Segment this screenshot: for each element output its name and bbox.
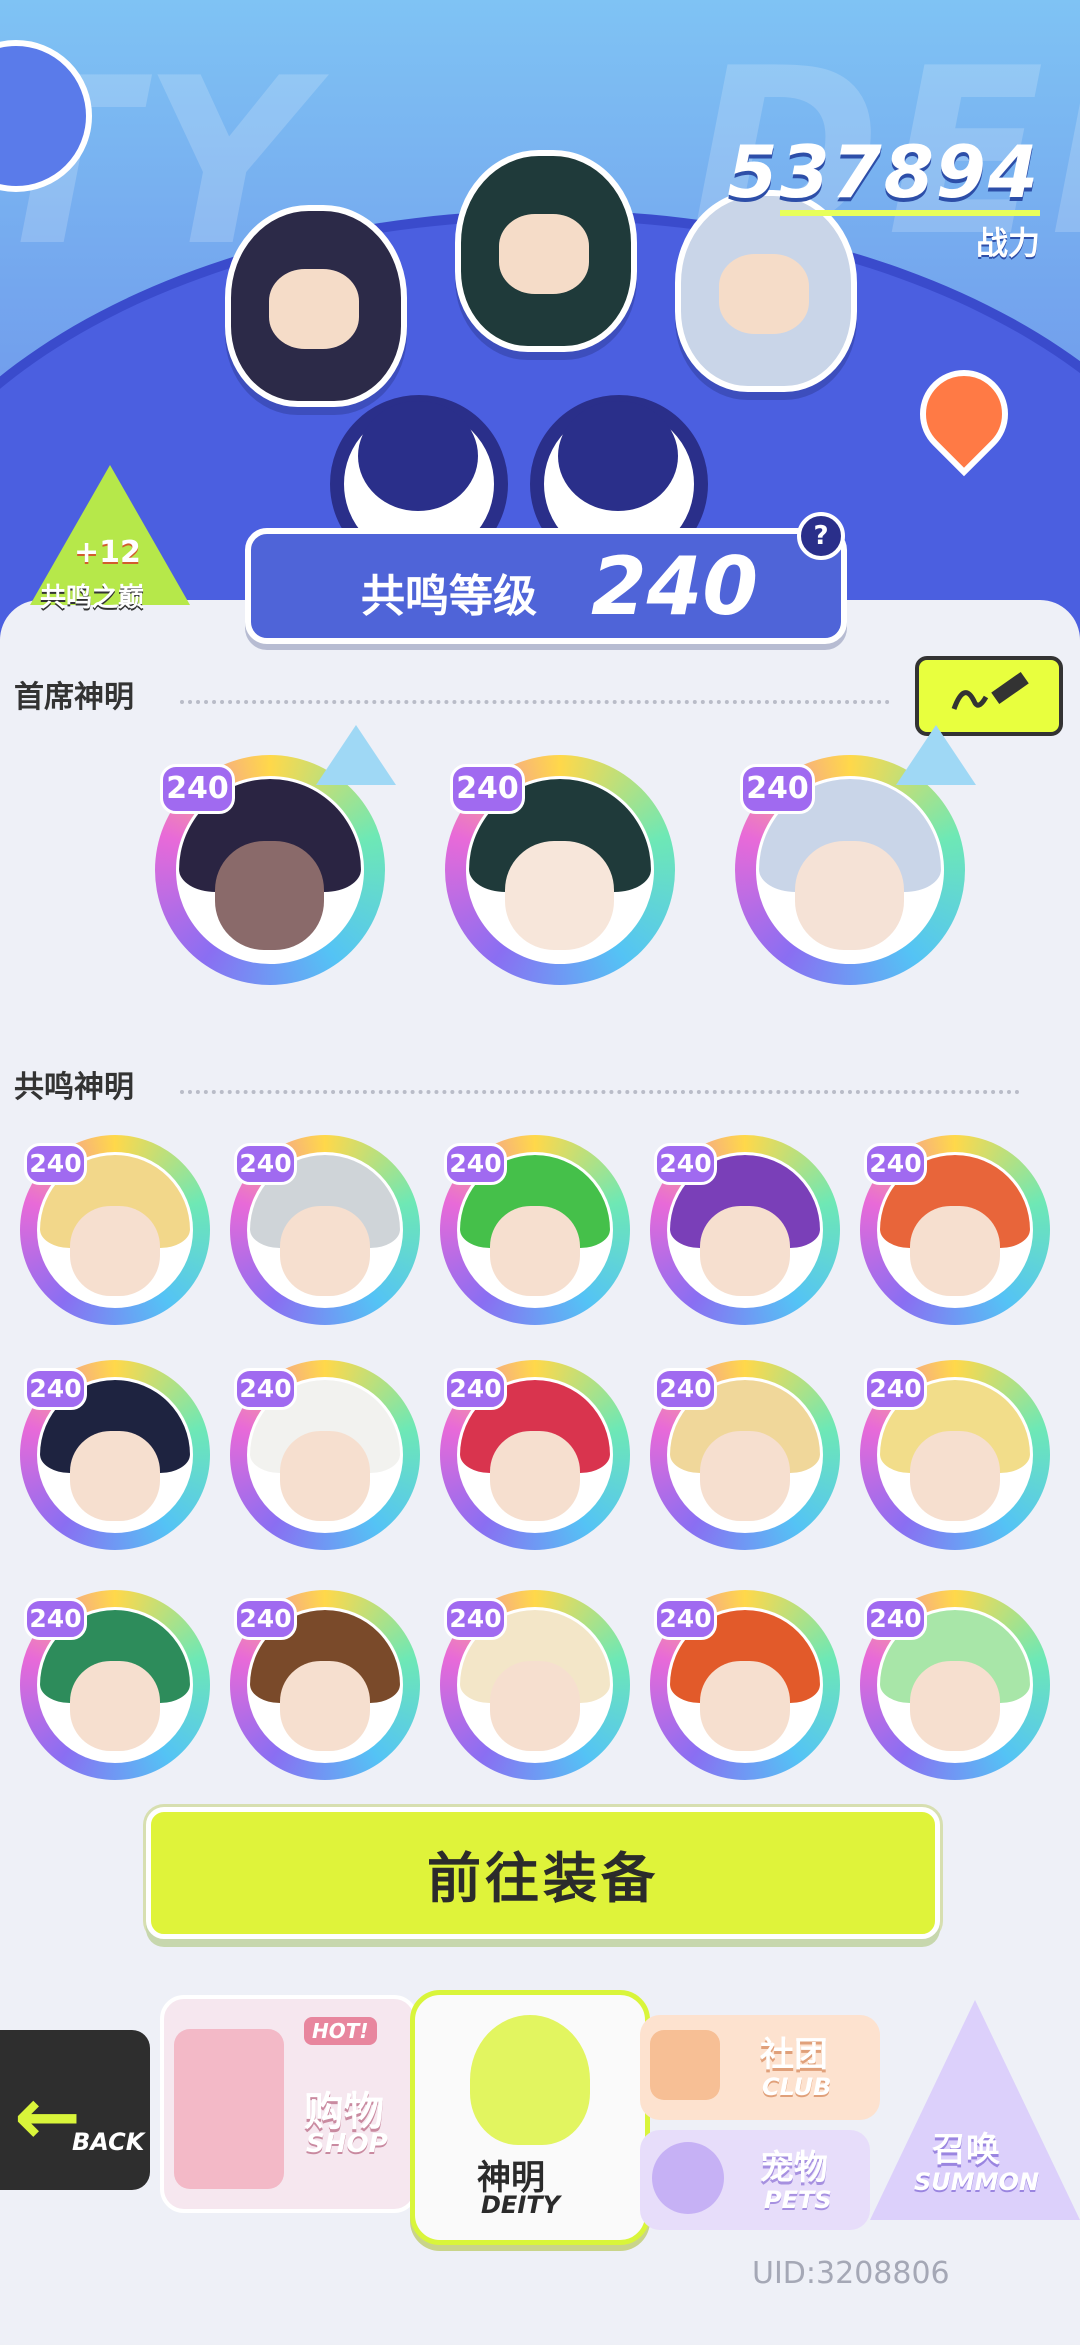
top-banner: TY DEI 537894 战力 +12 共鸣之巅 共鸣等级 240 ? (0, 0, 1080, 650)
crown-icon (316, 725, 396, 785)
resonance-deity-portrait[interactable]: 240 (440, 1590, 630, 1780)
resonance-deity-portrait[interactable]: 240 (440, 1135, 630, 1325)
team-hero-1[interactable] (225, 205, 407, 407)
resonance-deity-portrait[interactable]: 240 (650, 1360, 840, 1550)
level-badge: 240 (24, 1368, 87, 1410)
resonance-deity-portrait[interactable]: 240 (860, 1360, 1050, 1550)
resonance-deity-portrait[interactable]: 240 (20, 1135, 210, 1325)
resonance-peak-bonus: +12 (74, 535, 141, 570)
level-badge: 240 (160, 764, 235, 814)
section-divider (180, 700, 890, 704)
level-badge: 240 (444, 1368, 507, 1410)
combat-power-label: 战力 (975, 224, 1040, 262)
resonance-deity-portrait[interactable]: 240 (650, 1135, 840, 1325)
deity-label-en: DEITY (481, 2191, 560, 2219)
deity-mascot-icon (470, 2015, 590, 2145)
resonance-deity-portrait[interactable]: 240 (20, 1360, 210, 1550)
resonance-peak-label: 共鸣之巅 (40, 583, 145, 613)
resonance-peak-badge[interactable]: +12 共鸣之巅 (30, 465, 190, 615)
pets-button[interactable]: 宠物 PETS (640, 2130, 870, 2230)
resonance-level-value: 240 (591, 540, 758, 633)
main-deity-portrait[interactable]: 240 (155, 755, 385, 985)
pets-label-zh: 宠物 (760, 2148, 828, 2188)
shop-button[interactable]: HOT! 购物 SHOP (160, 1995, 418, 2213)
summon-label-en: SUMMON (914, 2168, 1040, 2196)
main-deity-portrait[interactable]: 240 (445, 755, 675, 985)
help-button[interactable]: ? (797, 512, 845, 560)
user-id: UID:3208806 (752, 2256, 950, 2291)
combat-power-value: 537894 (727, 130, 1040, 214)
pencil-icon (951, 671, 1029, 710)
team-hero-3[interactable] (675, 190, 857, 392)
resonance-deity-portrait[interactable]: 240 (440, 1360, 630, 1550)
combat-power-underline (780, 210, 1040, 216)
level-badge: 240 (234, 1368, 297, 1410)
back-button[interactable]: ← BACK (0, 2030, 150, 2190)
level-badge: 240 (450, 764, 525, 814)
level-badge: 240 (234, 1143, 297, 1185)
level-badge: 240 (654, 1143, 717, 1185)
resonance-deity-portrait[interactable]: 240 (230, 1590, 420, 1780)
level-badge: 240 (864, 1368, 927, 1410)
level-badge: 240 (444, 1598, 507, 1640)
level-badge: 240 (444, 1143, 507, 1185)
resonance-deity-portrait[interactable]: 240 (650, 1590, 840, 1780)
resonance-deity-portrait[interactable]: 240 (860, 1590, 1050, 1780)
club-bag-icon (650, 2030, 720, 2100)
level-badge: 240 (24, 1143, 87, 1185)
club-label-en: CLUB (762, 2073, 832, 2101)
level-badge: 240 (654, 1598, 717, 1640)
level-badge: 240 (864, 1143, 927, 1185)
level-badge: 240 (234, 1598, 297, 1640)
go-equip-label: 前往装备 (427, 1846, 659, 1910)
crown-icon (896, 725, 976, 785)
resonance-deity-portrait[interactable]: 240 (860, 1135, 1050, 1325)
level-badge: 240 (740, 764, 815, 814)
resonance-deity-portrait[interactable]: 240 (230, 1135, 420, 1325)
go-equip-button[interactable]: 前往装备 (146, 1807, 940, 1939)
section-divider (180, 1090, 1020, 1094)
edit-team-button[interactable] (915, 656, 1063, 736)
shop-label-en: SHOP (306, 2129, 388, 2159)
vending-machine-icon (174, 2029, 284, 2189)
pets-label-en: PETS (764, 2186, 832, 2214)
main-deity-portrait[interactable]: 240 (735, 755, 965, 985)
club-button[interactable]: 社团 CLUB (640, 2015, 880, 2120)
resonance-deities-title: 共鸣神明 (14, 1070, 134, 1105)
team-hero-2[interactable] (455, 150, 637, 352)
main-deities-title: 首席神明 (14, 680, 134, 715)
summon-button[interactable]: 召唤 SUMMON (870, 1990, 1080, 2230)
level-badge: 240 (864, 1598, 927, 1640)
club-label-zh: 社团 (760, 2035, 828, 2075)
resonance-deity-portrait[interactable]: 240 (230, 1360, 420, 1550)
pet-icon (652, 2142, 724, 2214)
back-label: BACK (72, 2128, 145, 2156)
resonance-level-title: 共鸣等级 (361, 571, 537, 622)
resonance-level-panel: 共鸣等级 240 (245, 528, 847, 644)
shop-hot-tag: HOT! (304, 2017, 377, 2045)
summon-label-zh: 召唤 (932, 2130, 1000, 2170)
level-badge: 240 (24, 1598, 87, 1640)
back-arrow-icon: ← (14, 2070, 82, 2163)
deity-button[interactable]: 神明 DEITY (410, 1990, 650, 2245)
level-badge: 240 (654, 1368, 717, 1410)
resonance-deity-portrait[interactable]: 240 (20, 1590, 210, 1780)
